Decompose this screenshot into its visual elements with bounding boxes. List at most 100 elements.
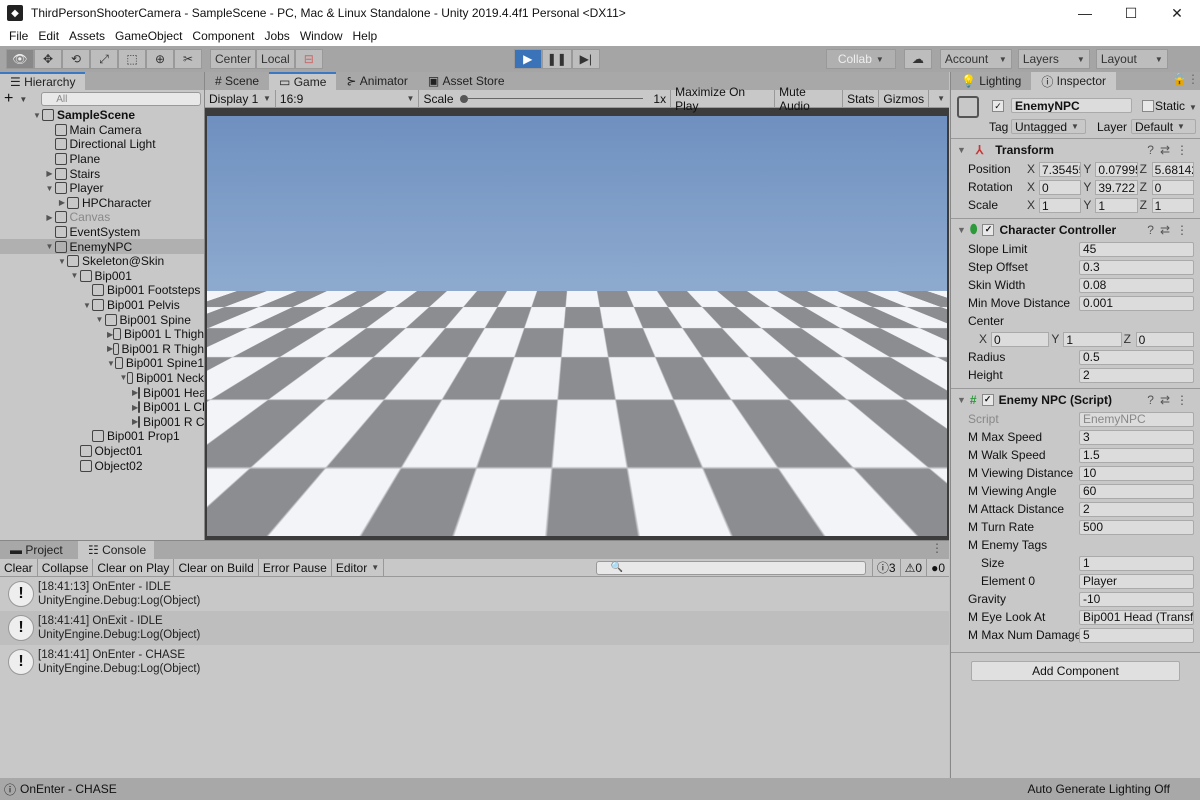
script-enabled-checkbox[interactable]: ✓ bbox=[981, 393, 994, 406]
menu-gameobject[interactable]: GameObject bbox=[115, 29, 182, 43]
gameobject-name-input[interactable]: EnemyNPC bbox=[1011, 98, 1132, 113]
account-dropdown[interactable]: Account ▼ bbox=[939, 49, 1012, 69]
scale-tool-icon[interactable]: ⤢ bbox=[90, 49, 118, 69]
clear-on-build-toggle[interactable]: Clear on Build bbox=[174, 558, 259, 577]
y-input[interactable]: 39.722 bbox=[1095, 179, 1138, 195]
script-field-input[interactable]: 60 bbox=[1079, 483, 1194, 499]
script-field-input[interactable]: 3 bbox=[1079, 429, 1194, 445]
expand-arrow-icon[interactable]: ▼ bbox=[57, 257, 67, 266]
active-checkbox[interactable]: ✓ bbox=[992, 100, 1004, 112]
hierarchy-item[interactable]: ▼ SampleScene bbox=[0, 108, 204, 123]
display-dropdown[interactable]: Display 1 ▼ bbox=[205, 89, 276, 108]
gizmos-toggle[interactable]: Gizmos bbox=[879, 89, 930, 108]
tab-game[interactable]: ▭ Game bbox=[269, 72, 337, 90]
component-tools-icon[interactable]: ?⇄⋮ bbox=[1147, 143, 1194, 157]
warning-count-toggle[interactable]: ⚠ 0 bbox=[901, 558, 928, 577]
script-field-input[interactable]: 2 bbox=[1079, 501, 1194, 517]
status-message[interactable]: OnEnter - CHASE bbox=[20, 782, 117, 796]
script-field-input[interactable]: 1.5 bbox=[1079, 447, 1194, 463]
menu-help[interactable]: Help bbox=[353, 29, 378, 43]
cc-enabled-checkbox[interactable]: ✓ bbox=[982, 223, 995, 236]
hierarchy-item[interactable]: Plane bbox=[0, 152, 204, 167]
expand-arrow-icon[interactable]: ▶ bbox=[45, 169, 55, 178]
static-dropdown[interactable]: Static ▼ bbox=[1155, 99, 1197, 113]
move-tool-icon[interactable]: ✥ bbox=[34, 49, 62, 69]
console-entry[interactable]: ! [18:41:13] OnEnter - IDLE UnityEngine.De… bbox=[0, 577, 949, 611]
transform-component-header[interactable]: ▼ ⅄ Transform ?⇄⋮ bbox=[951, 138, 1200, 160]
hierarchy-item[interactable]: Directional Light bbox=[0, 137, 204, 152]
hierarchy-item[interactable]: ▶ Canvas bbox=[0, 210, 204, 225]
step-offset-input[interactable]: 0.3 bbox=[1079, 259, 1194, 275]
script-field-input[interactable]: 500 bbox=[1079, 519, 1194, 535]
skin-width-input[interactable]: 0.08 bbox=[1079, 277, 1194, 293]
expand-arrow-icon[interactable]: ▼ bbox=[107, 359, 115, 368]
mute-audio-toggle[interactable]: Mute Audio bbox=[775, 85, 844, 113]
script-field-input[interactable]: Player bbox=[1079, 573, 1194, 589]
z-input[interactable]: 0 bbox=[1151, 179, 1194, 195]
static-checkbox[interactable] bbox=[1142, 100, 1154, 112]
editor-dropdown[interactable]: Editor ▼ bbox=[332, 558, 385, 577]
view-tool-icon[interactable]: 👁 bbox=[6, 49, 34, 69]
error-count-toggle[interactable]: ● 0 bbox=[927, 559, 949, 577]
pivot-local-button[interactable]: Local bbox=[256, 49, 295, 69]
expand-arrow-icon[interactable]: ▶ bbox=[57, 198, 67, 207]
hierarchy-item[interactable]: ▼ Skeleton@Skin bbox=[0, 254, 204, 269]
scale-slider[interactable]: Scale 1x bbox=[419, 89, 672, 108]
hierarchy-item[interactable]: ▼ Bip001 Spine bbox=[0, 312, 204, 327]
hierarchy-item[interactable]: ▶ Bip001 L Thigh bbox=[0, 327, 204, 342]
collapse-button[interactable]: Collapse bbox=[38, 558, 94, 577]
script-field-input[interactable]: 10 bbox=[1079, 465, 1194, 481]
hierarchy-item[interactable]: ▼ Bip001 bbox=[0, 269, 204, 284]
script-field-input[interactable]: Bip001 Head (Transform) bbox=[1079, 609, 1194, 625]
tab-lighting[interactable]: 💡 Lighting bbox=[951, 72, 1032, 90]
hierarchy-search-input[interactable]: All bbox=[41, 92, 202, 106]
pivot-center-button[interactable]: Center bbox=[210, 49, 257, 69]
hierarchy-item[interactable]: ▼ Player bbox=[0, 181, 204, 196]
script-field-input[interactable]: 5 bbox=[1079, 627, 1194, 643]
layer-dropdown[interactable]: Default ▼ bbox=[1131, 119, 1196, 134]
expand-arrow-icon[interactable]: ▼ bbox=[120, 373, 128, 382]
center-z-input[interactable]: 0 bbox=[1135, 331, 1194, 347]
snap-icon[interactable]: ⊟ bbox=[294, 49, 323, 69]
gameobject-icon[interactable] bbox=[957, 96, 979, 118]
radius-input[interactable]: 0.5 bbox=[1079, 349, 1194, 365]
layers-dropdown[interactable]: Layers ▼ bbox=[1017, 49, 1090, 69]
console-entry[interactable]: ! [18:41:41] OnExit - IDLE UnityEngine.Deb… bbox=[0, 611, 949, 645]
menu-jobs[interactable]: Jobs bbox=[264, 29, 289, 43]
hierarchy-item[interactable]: ▶ Bip001 R Thigh bbox=[0, 342, 204, 357]
x-input[interactable]: 1 bbox=[1039, 197, 1082, 213]
menu-component[interactable]: Component bbox=[192, 29, 254, 43]
hierarchy-item[interactable]: Bip001 Footsteps bbox=[0, 283, 204, 298]
tab-project[interactable]: ▬ Project bbox=[0, 541, 78, 559]
tab-animator[interactable]: ⊱ Animator bbox=[336, 72, 418, 90]
hierarchy-item[interactable]: ▶Bip001 L Clavicle bbox=[0, 400, 204, 415]
collab-button[interactable]: Collab ▼ bbox=[825, 49, 896, 69]
play-button[interactable]: ▶ bbox=[513, 49, 542, 69]
gizmos-dropdown-icon[interactable]: ▼ bbox=[929, 90, 949, 108]
menu-edit[interactable]: Edit bbox=[38, 29, 59, 43]
tab-hierarchy[interactable]: ☰ Hierarchy bbox=[0, 72, 85, 90]
expand-arrow-icon[interactable]: ▼ bbox=[95, 315, 105, 324]
hierarchy-item[interactable]: Bip001 Prop1 bbox=[0, 429, 204, 444]
hierarchy-item[interactable]: ▼ EnemyNPC bbox=[0, 239, 204, 254]
minimize-button[interactable]: — bbox=[1062, 0, 1108, 26]
menu-file[interactable]: File bbox=[9, 29, 28, 43]
hierarchy-item[interactable]: ▶Bip001 Head bbox=[0, 385, 204, 400]
auto-lighting-status[interactable]: Auto Generate Lighting Off bbox=[1027, 782, 1170, 796]
x-input[interactable]: 0 bbox=[1039, 179, 1082, 195]
menu-assets[interactable]: Assets bbox=[69, 29, 105, 43]
maximize-on-play-toggle[interactable]: Maximize On Play bbox=[671, 85, 776, 113]
maximize-button[interactable]: ☐ bbox=[1108, 0, 1154, 26]
hierarchy-item[interactable]: Object02 bbox=[0, 458, 204, 473]
console-search-input[interactable]: 🔍 bbox=[595, 560, 866, 575]
height-input[interactable]: 2 bbox=[1079, 367, 1194, 383]
hierarchy-item[interactable]: ▼ Bip001 Spine1 bbox=[0, 356, 204, 371]
game-viewport[interactable] bbox=[207, 116, 947, 536]
expand-arrow-icon[interactable]: ▼ bbox=[45, 242, 55, 251]
hierarchy-item[interactable]: ▶ HPCharacter bbox=[0, 196, 204, 211]
expand-arrow-icon[interactable]: ▼ bbox=[70, 271, 80, 280]
aspect-dropdown[interactable]: 16:9 ▼ bbox=[276, 89, 420, 108]
slope-limit-input[interactable]: 45 bbox=[1079, 241, 1194, 257]
layout-dropdown[interactable]: Layout ▼ bbox=[1095, 49, 1168, 69]
tab-scene[interactable]: # Scene bbox=[205, 72, 270, 90]
